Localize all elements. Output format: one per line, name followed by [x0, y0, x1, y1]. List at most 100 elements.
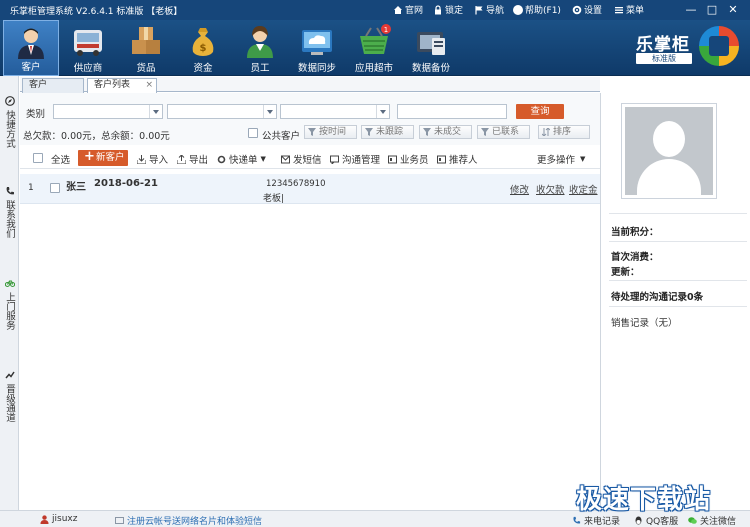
tab-customer[interactable]: 客户	[22, 78, 84, 93]
staff-icon	[247, 26, 273, 58]
more-actions-button[interactable]: 更多操作 ▼	[537, 152, 585, 166]
import-button[interactable]: 导入	[137, 152, 168, 166]
filter-unclosed-button[interactable]: 未成交	[419, 125, 472, 139]
category-select[interactable]	[53, 104, 163, 119]
salesman-button[interactable]: 业务员	[388, 152, 429, 166]
filter-panel: 类别 查询 总欠款：0.00元，总余额：0.00元 公共客户 按时间 未跟踪 未…	[20, 93, 600, 145]
export-icon	[177, 154, 186, 164]
left-sidebar: 快捷方式 联系我们 上门服务 晋级通道	[0, 76, 19, 510]
flag-icon	[474, 5, 484, 15]
brand-edition: 标准版	[636, 53, 692, 64]
filter-select-2[interactable]	[167, 104, 277, 119]
edit-link[interactable]: 修改	[510, 182, 529, 196]
avatar-placeholder-icon	[625, 107, 713, 195]
pending-comm-label: 待处理的沟通记录0条	[611, 292, 704, 303]
toolbar-sync[interactable]: 数据同步	[289, 20, 345, 76]
filter-select-3[interactable]	[280, 104, 390, 119]
send-sms-button[interactable]: 发短信	[281, 152, 322, 166]
sidebar-item-onsite[interactable]: 上门服务	[0, 278, 19, 333]
quick-order-button[interactable]: 快递单 ▼	[217, 152, 266, 166]
lock-link[interactable]: 锁定	[433, 3, 463, 16]
chevron-down-icon: ▼	[580, 155, 586, 163]
minimize-button[interactable]: —	[683, 2, 699, 18]
first-consume-label: 首次消费：	[611, 252, 659, 263]
toolbar-label: 资金	[193, 63, 213, 74]
current-user: jisuxz	[40, 514, 77, 524]
toolbar-customer[interactable]: 客户	[3, 20, 59, 76]
filter-icon	[423, 128, 431, 136]
public-customer-checkbox[interactable]	[248, 128, 258, 138]
window-title: 乐掌柜管理系统 V2.6.4.1 标准版 【老板】	[10, 7, 183, 17]
query-button[interactable]: 查询	[516, 104, 564, 119]
toolbar-backup[interactable]: 数据备份	[403, 20, 459, 76]
menu-link[interactable]: 菜单	[614, 3, 644, 16]
sidebar-item-upgrade[interactable]: 晋级通道	[0, 370, 19, 425]
export-button[interactable]: 导出	[177, 152, 208, 166]
toolbar-supplier[interactable]: 供应商	[60, 20, 116, 76]
search-input[interactable]	[397, 104, 507, 119]
brand-logo: 乐掌柜 标准版	[630, 24, 696, 66]
sidebar-item-contact[interactable]: 联系我们	[0, 186, 19, 241]
watermark-text: 极速下载站	[576, 485, 712, 515]
toolbar-label: 数据备份	[411, 63, 450, 74]
promo-link[interactable]: 注册云帐号送网络名片和体验短信	[115, 514, 262, 527]
toolbar-label: 客户	[21, 62, 41, 73]
brand-name: 乐掌柜	[636, 35, 690, 55]
customer-role: 老板|	[263, 194, 285, 204]
card-icon	[115, 517, 124, 524]
action-bar: 全选 新客户 导入 导出 快递单▼ 发短信 沟通管理 业务员 推荐人 更多操作▼	[20, 147, 600, 169]
close-tab-icon[interactable]: ×	[145, 79, 153, 92]
detail-panel: 当前积分： 首次消费： 更新： 待处理的沟通记录0条 销售记录（无）	[600, 93, 750, 510]
sort-button[interactable]: 排序	[538, 125, 590, 139]
tab-bar: 客户 客户列表 ×	[20, 77, 600, 94]
public-customer-label: 公共客户	[262, 131, 301, 142]
message-icon	[281, 155, 290, 163]
divider	[609, 213, 747, 214]
truck-icon	[74, 30, 102, 56]
row-checkbox[interactable]	[50, 183, 60, 193]
svg-text:$: $	[200, 43, 207, 54]
toolbar-label: 数据同步	[297, 63, 336, 74]
collect-debt-link[interactable]: 收欠款	[536, 182, 565, 196]
customer-list: 1 张三 2018-06-21 12345678910 老板| 修改 收欠款 收…	[20, 170, 620, 510]
referrer-button[interactable]: 推荐人	[437, 152, 478, 166]
select-all-checkbox[interactable]	[33, 153, 43, 163]
avatar	[621, 103, 717, 199]
toolbar-goods[interactable]: 货品	[118, 20, 174, 76]
sidebar-item-shortcuts[interactable]: 快捷方式	[0, 96, 19, 151]
chevron-down-icon: ▼	[260, 155, 266, 163]
filter-icon	[308, 128, 316, 136]
official-site-link[interactable]: 官网	[393, 3, 423, 16]
table-row[interactable]: 1 张三 2018-06-21 12345678910 老板| 修改 收欠款 收…	[20, 174, 600, 204]
toolbar-label: 货品	[136, 63, 156, 74]
qq-icon	[635, 516, 642, 525]
backup-icon	[417, 32, 445, 55]
toolbar-staff[interactable]: 员工	[232, 20, 288, 76]
toolbar-app-market[interactable]: 1 应用超市	[346, 20, 402, 76]
settings-link[interactable]: 设置	[572, 3, 602, 16]
help-link[interactable]: 帮助(F1)	[513, 3, 561, 16]
filter-contacted-button[interactable]: 已联系	[477, 125, 530, 139]
close-button[interactable]: ✕	[725, 2, 741, 18]
filter-by-time-button[interactable]: 按时间	[304, 125, 357, 139]
filter-untracked-button[interactable]: 未跟踪	[361, 125, 414, 139]
category-label: 类别	[26, 109, 46, 120]
points-label: 当前积分：	[611, 227, 659, 238]
toolbar-label: 应用超市	[354, 63, 393, 74]
import-icon	[137, 154, 146, 164]
chevron-down-icon	[263, 105, 276, 118]
new-customer-button[interactable]: 新客户	[78, 149, 128, 166]
comm-management-button[interactable]: 沟通管理	[330, 152, 380, 166]
tab-customer-list[interactable]: 客户列表 ×	[87, 78, 157, 94]
compass-icon	[4, 96, 15, 106]
sort-icon	[542, 128, 550, 136]
nav-link[interactable]: 导航	[474, 3, 504, 16]
maximize-button[interactable]: □	[704, 2, 720, 18]
toolbar-funds[interactable]: $ 资金	[175, 20, 231, 76]
app-logo-icon	[699, 26, 739, 66]
customer-phone: 12345678910	[266, 179, 326, 189]
collect-deposit-link[interactable]: 收定金	[569, 182, 598, 196]
main-toolbar: 客户 供应商 货品 $ 资金 员工 数据同步 1 应用超市 数据备份 乐掌柜 标…	[0, 20, 750, 76]
filter-icon	[481, 128, 489, 136]
lock-icon	[433, 4, 443, 15]
